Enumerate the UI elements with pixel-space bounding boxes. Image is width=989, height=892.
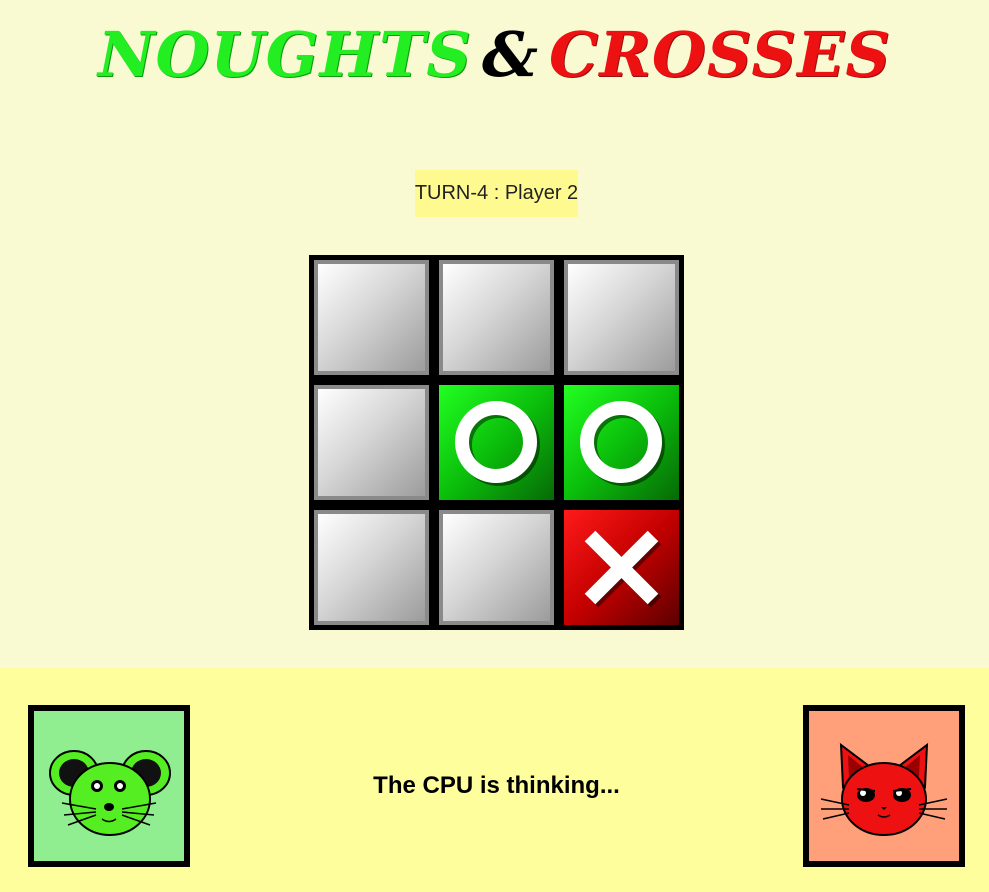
title-ampersand: &: [482, 18, 540, 91]
turn-indicator: TURN-4 : Player 2: [415, 170, 578, 217]
cell-1-1[interactable]: [439, 385, 554, 500]
cross-icon: [584, 530, 662, 608]
cell-0-1[interactable]: [439, 260, 554, 375]
player1-avatar: [28, 705, 190, 867]
nought-icon: [455, 401, 540, 486]
game-title: NOUGHTS & CROSSES: [0, 18, 989, 92]
cell-2-1[interactable]: [439, 510, 554, 625]
cat-icon: [820, 742, 948, 836]
status-message: The CPU is thinking...: [373, 772, 620, 799]
title-crosses: CROSSES: [549, 18, 892, 91]
cell-0-2[interactable]: [564, 260, 679, 375]
title-noughts: NOUGHTS: [97, 18, 473, 91]
mouse-icon: [49, 750, 171, 836]
cell-1-2[interactable]: [564, 385, 679, 500]
nought-icon: [580, 401, 665, 486]
cell-1-0[interactable]: [314, 385, 429, 500]
cell-2-2[interactable]: [564, 510, 679, 625]
cell-0-0[interactable]: [314, 260, 429, 375]
player2-avatar: [803, 705, 965, 867]
cell-2-0[interactable]: [314, 510, 429, 625]
game-board: [309, 255, 684, 630]
player-panel: The CPU is thinking...: [0, 668, 989, 892]
